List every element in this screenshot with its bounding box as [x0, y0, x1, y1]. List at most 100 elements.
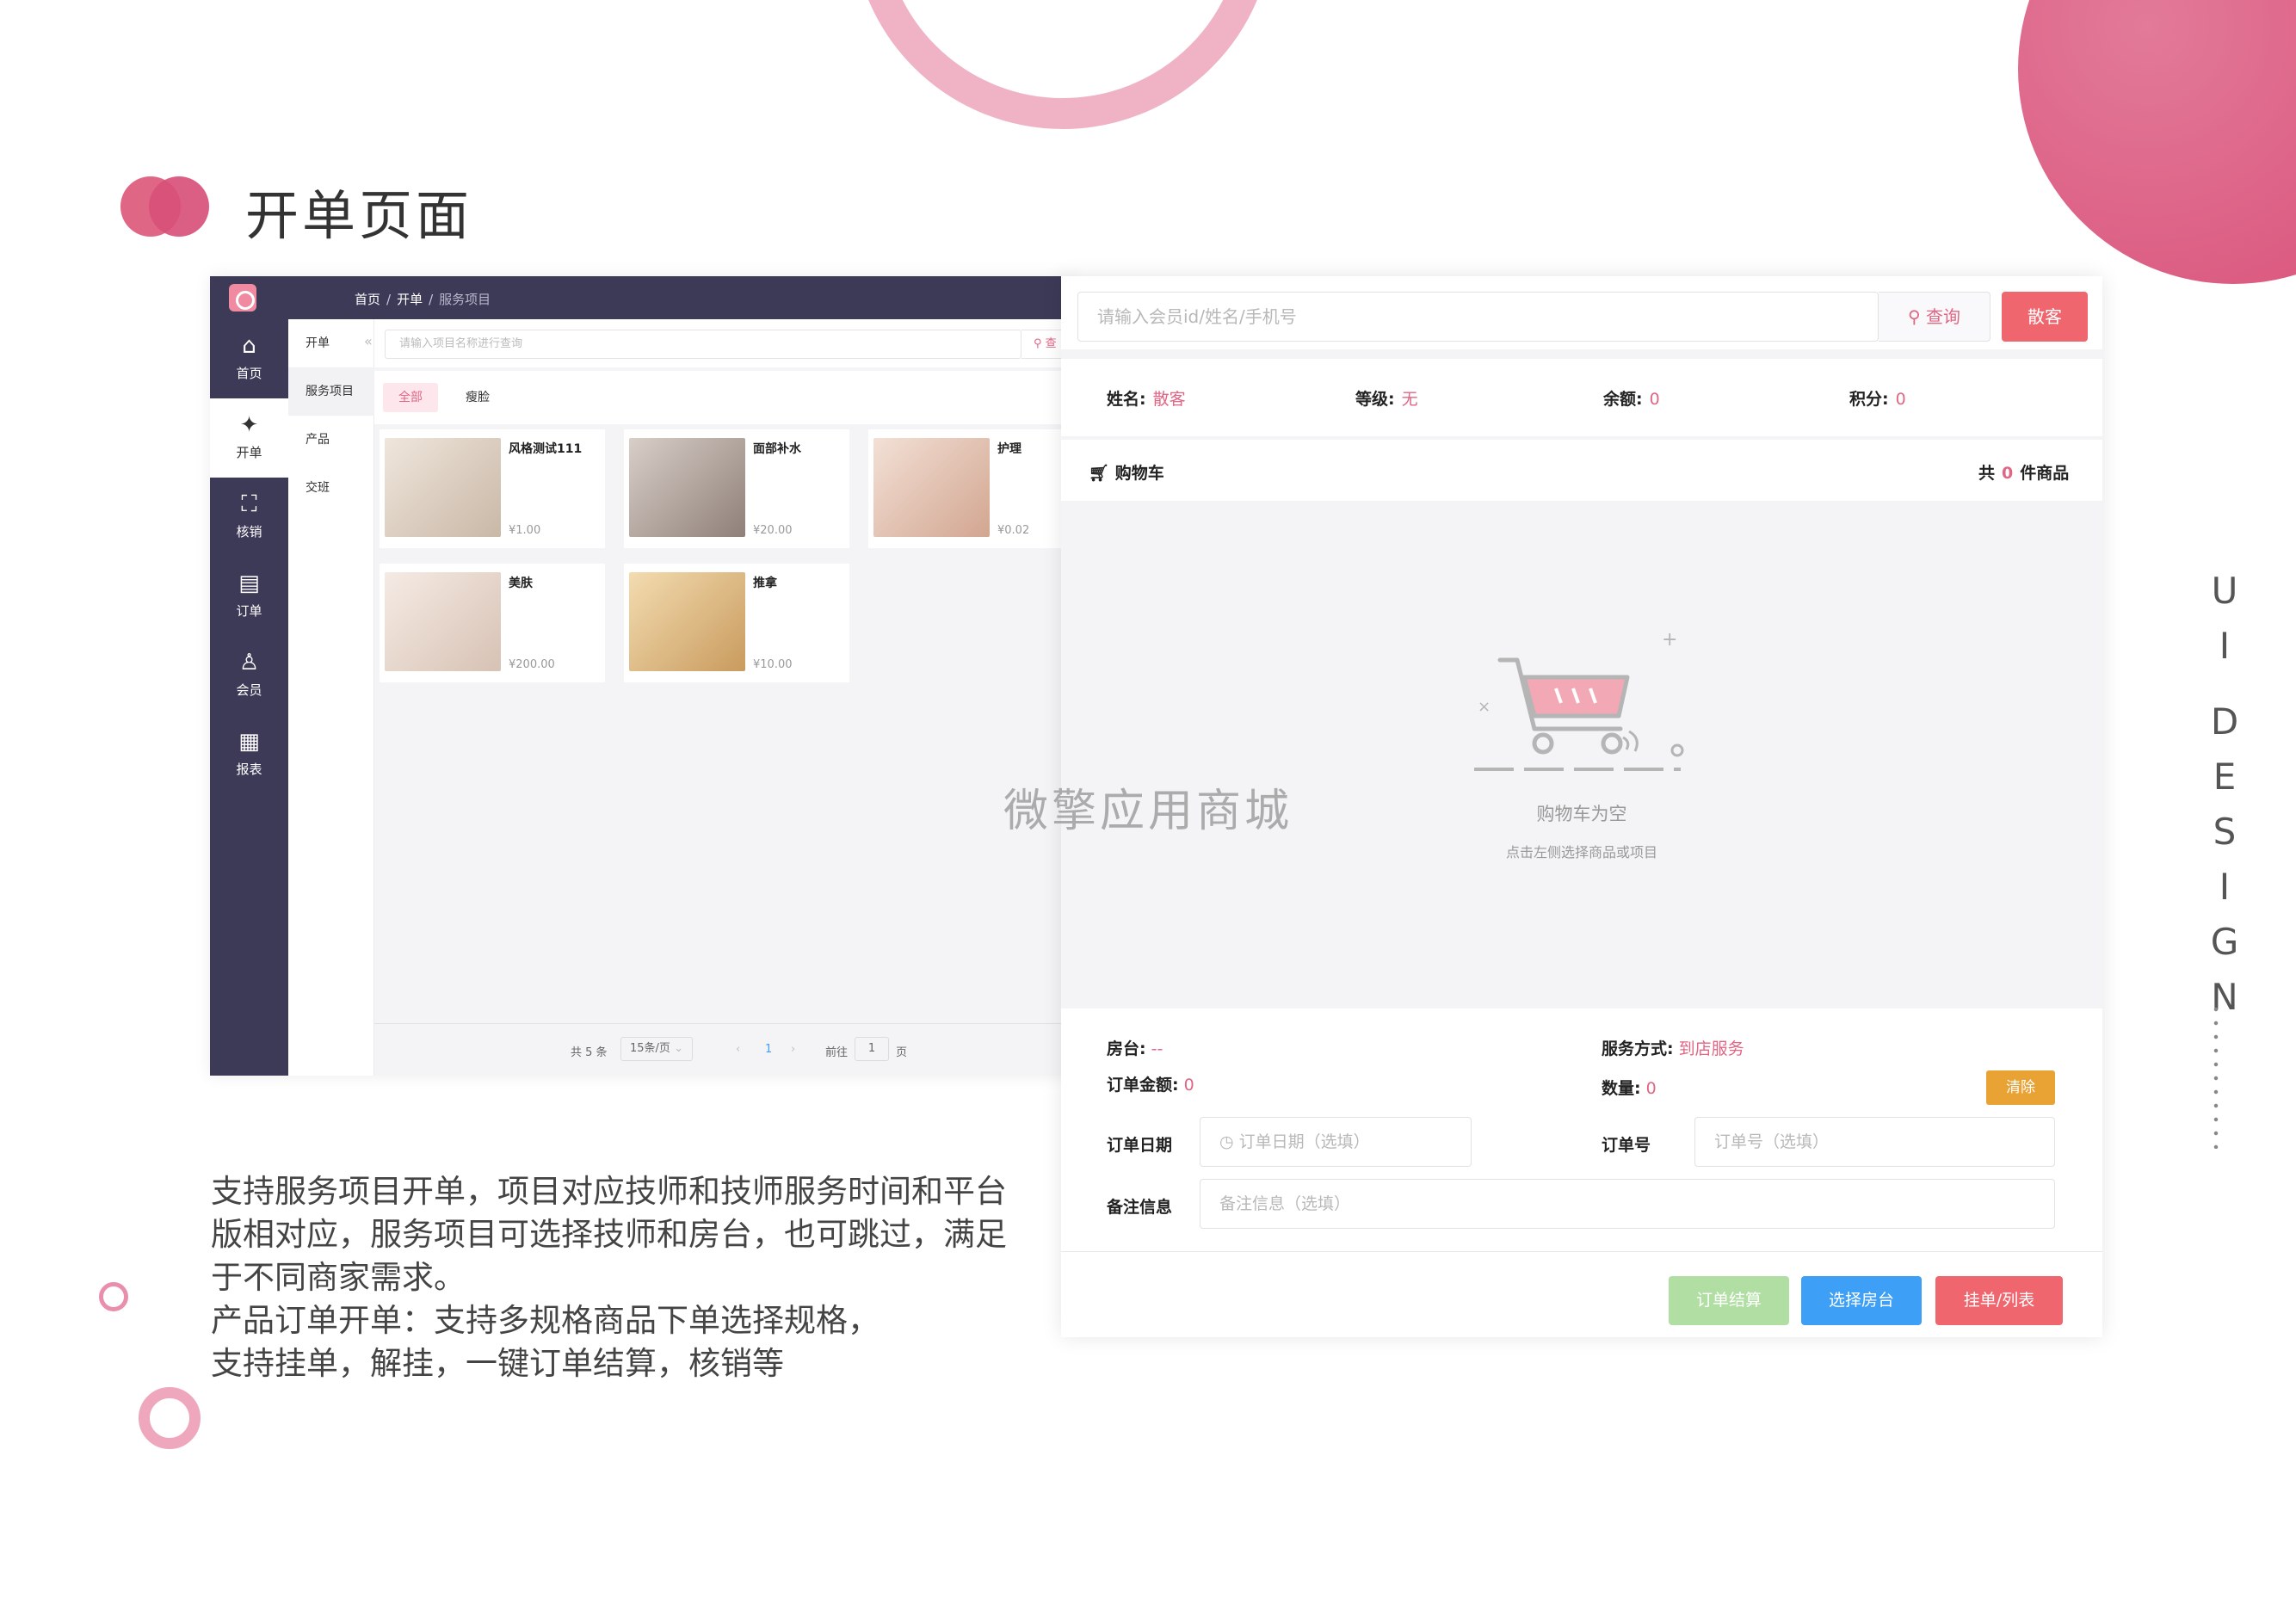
main-nav: ⌂ 首页 ✦ 开单 ⛶ 核销 ▤ 订单 ♙ 会员 ▦ 报表 [210, 319, 288, 1076]
current-page[interactable]: 1 [765, 1043, 772, 1056]
quantity-field: 数量: 0 [1602, 1076, 1657, 1099]
nav-item-members[interactable]: ♙ 会员 [210, 636, 288, 715]
side-letter: I [2219, 625, 2231, 667]
goto-page-input[interactable]: 1 [855, 1037, 889, 1061]
cart-header: 🛒︎ 购物车 共 0 件商品 [1061, 440, 2102, 501]
goto-suffix: 页 [896, 1046, 908, 1059]
report-icon: ▦ [238, 729, 260, 755]
service-method-label: 服务方式: [1602, 1039, 1674, 1058]
side-letter: N [2211, 976, 2238, 1018]
product-card[interactable]: 面部补水 ¥20.00 [624, 429, 849, 548]
cart-title: 🛒︎ 购物车 [1089, 460, 1164, 484]
cart-count-suffix: 件商品 [2020, 464, 2070, 483]
next-page-button[interactable]: › [791, 1043, 795, 1056]
hold-order-button[interactable]: 挂单/列表 [1935, 1276, 2063, 1325]
tab-slim-face[interactable]: 瘦脸 [450, 383, 505, 412]
product-card[interactable]: 风格测试111 ¥1.00 [380, 429, 605, 548]
breadcrumb-order[interactable]: 开单 [397, 292, 423, 307]
side-letter: G [2210, 921, 2239, 963]
admin-screenshot: 首页/开单/服务项目 ⌂ 首页 ✦ 开单 ⛶ 核销 ▤ 订单 ♙ 会员 [210, 276, 1075, 1076]
nav-item-verify[interactable]: ⛶ 核销 [210, 478, 288, 557]
project-search-input[interactable]: 请输入项目名称进行查询 [385, 330, 1021, 359]
page-size-select[interactable]: 15条/页 ⌄ [620, 1037, 693, 1061]
product-card[interactable]: 推拿 ¥10.00 [624, 564, 849, 682]
select-room-button[interactable]: 选择房台 [1801, 1276, 1922, 1325]
product-image [629, 572, 745, 671]
product-card[interactable]: 护理 ¥0.02 [868, 429, 1075, 548]
order-number-input[interactable]: 订单号（选填） [1694, 1117, 2055, 1167]
clipboard-icon: ▤ [238, 571, 260, 596]
nav-label: 订单 [236, 603, 262, 619]
sub-item-shift[interactable]: 交班 [288, 464, 374, 512]
product-image [385, 438, 501, 537]
product-name: 面部补水 [753, 442, 801, 456]
clear-button[interactable]: 清除 [1986, 1070, 2055, 1105]
cart-icon: 🛒︎ [1089, 464, 1115, 483]
order-amount-label: 订单金额: [1107, 1076, 1179, 1095]
tab-all[interactable]: 全部 [383, 383, 438, 412]
remark-label: 备注信息 [1107, 1198, 1173, 1217]
title-dot-right [149, 176, 209, 237]
scan-icon: ⛶ [241, 491, 257, 517]
cart-count-value: 0 [2002, 464, 2014, 483]
nav-item-home[interactable]: ⌂ 首页 [210, 319, 288, 398]
order-number-label: 订单号 [1602, 1136, 1651, 1155]
nav-label: 开单 [236, 445, 262, 460]
side-letter: D [2210, 700, 2239, 743]
search-icon: ⚲ [1907, 306, 1926, 327]
nav-label: 首页 [236, 366, 262, 381]
member-points: 积分: 0 [1849, 386, 1906, 410]
order-amount-field: 订单金额: 0 [1107, 1072, 1194, 1095]
member-points-label: 积分: [1849, 390, 1889, 409]
nav-label: 报表 [236, 762, 262, 777]
clock-icon: ◷ [1219, 1132, 1239, 1151]
product-image [385, 572, 501, 671]
nav-item-reports[interactable]: ▦ 报表 [210, 715, 288, 794]
walk-in-button[interactable]: 散客 [2002, 292, 2088, 342]
product-name: 风格测试111 [509, 442, 583, 456]
side-letter: E [2213, 756, 2237, 798]
remark-input[interactable]: 备注信息（选填） [1200, 1179, 2055, 1229]
room-label: 房台: [1107, 1039, 1146, 1058]
sub-item-product[interactable]: 产品 [288, 416, 374, 464]
watermark: 微擎应用商城 [1003, 786, 1293, 837]
member-name-label: 姓名: [1107, 390, 1146, 409]
side-letter: S [2213, 811, 2237, 853]
sub-item-open-order[interactable]: 开单 [288, 319, 374, 367]
nav-item-orders[interactable]: ▤ 订单 [210, 557, 288, 636]
prev-page-button[interactable]: ‹ [736, 1043, 740, 1056]
description-line: 支持挂单，解挂，一键订单结算，核销等 [211, 1345, 784, 1382]
service-method-field: 服务方式: 到店服务 [1602, 1036, 1744, 1059]
description-line: 版相对应，服务项目可选择技师和房台，也可跳过，满足 [211, 1216, 1007, 1253]
member-search-input[interactable]: 请输入会员id/姓名/手机号 [1077, 292, 1879, 342]
search-icon: ⚲ [1034, 337, 1046, 350]
member-balance-value: 0 [1649, 390, 1660, 409]
pagination: 共 5 条 15条/页 ⌄ ‹ 1 › 前往 1 页 [374, 1023, 1075, 1076]
order-date-placeholder: 订单日期（选填） [1238, 1132, 1370, 1151]
member-name-value: 散客 [1152, 390, 1186, 409]
search-button-label: 查 [1045, 337, 1057, 350]
query-button[interactable]: ⚲ 查询 [1879, 292, 1990, 342]
page-title: 开单页面 [245, 184, 473, 247]
description-line: 产品订单开单：支持多规格商品下单选择规格， [211, 1302, 880, 1339]
breadcrumb: 首页 / 开单 / 服务项目 [355, 292, 491, 307]
order-form: 房台: -- 服务方式: 到店服务 订单金额: 0 数量: 0 清除 订单日期 ◷ 订单… [1061, 1008, 2102, 1251]
member-points-value: 0 [1895, 390, 1906, 409]
side-spacer [2190, 674, 2259, 694]
ui-design-label: U I D E S I G N [2190, 564, 2259, 1025]
goto-prefix: 前往 [825, 1046, 849, 1059]
home-icon: ⌂ [242, 333, 256, 359]
product-card[interactable]: 美肤 ¥200.00 [380, 564, 605, 682]
cart-count: 共 0 件商品 [1978, 460, 2069, 484]
page-size-value: 15条/页 [630, 1042, 670, 1055]
breadcrumb-home[interactable]: 首页 [355, 292, 380, 307]
nav-item-open-order[interactable]: ✦ 开单 [210, 398, 288, 478]
product-image [629, 438, 745, 537]
member-level-value: 无 [1401, 390, 1418, 409]
checkout-button[interactable]: 订单结算 [1669, 1276, 1789, 1325]
page: 开单页面 U I D E S I G N 支持服务项目开单，项目对应技师和技师服… [0, 0, 2296, 1616]
sub-item-service[interactable]: 服务项目 [288, 367, 374, 416]
cart-title-label: 购物车 [1114, 464, 1164, 483]
admin-topbar: 首页 / 开单 / 服务项目 [210, 276, 1075, 319]
order-date-input[interactable]: ◷ 订单日期（选填） [1200, 1117, 1472, 1167]
